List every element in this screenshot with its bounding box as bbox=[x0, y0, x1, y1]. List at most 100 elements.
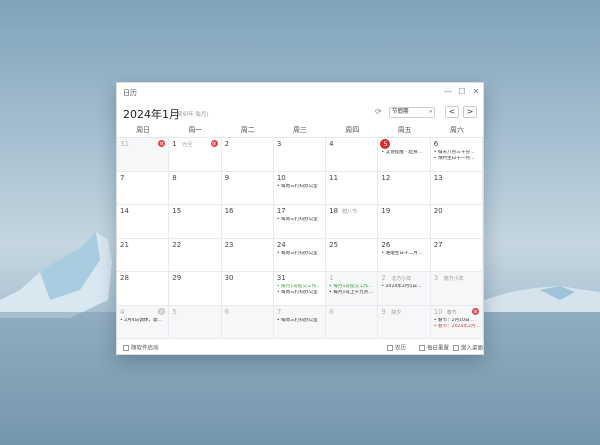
event-list: 每周三打扫办公室 bbox=[277, 217, 323, 223]
day-number: 9 bbox=[224, 173, 230, 182]
lunar-label: 腊八节 bbox=[342, 209, 358, 215]
day-cell[interactable]: 7 每周三打扫办公室 bbox=[273, 305, 327, 339]
day-cell[interactable]: 10 每周三打扫办公室 bbox=[273, 171, 327, 205]
day-cell[interactable]: 4 班 2月4日调休，需… bbox=[117, 305, 170, 339]
day-cell[interactable]: 1 元旦 休 bbox=[169, 138, 222, 172]
day-number: 11 bbox=[329, 173, 339, 182]
day-cell[interactable]: 30 bbox=[221, 272, 274, 306]
prev-month-button[interactable]: < bbox=[445, 106, 459, 118]
day-number: 4 bbox=[329, 140, 334, 148]
window-title: 日历 bbox=[123, 89, 137, 97]
weekday-label: 周六 bbox=[449, 126, 464, 134]
minimize-icon[interactable]: — bbox=[443, 87, 453, 97]
event-item[interactable]: 谁顺生日十二月… bbox=[381, 251, 427, 257]
day-number: 7 bbox=[120, 173, 125, 182]
event-item[interactable]: 春节：2月10日… bbox=[434, 318, 480, 324]
event-list: 春节：2月10日…春节：2024年2月… bbox=[434, 318, 480, 330]
day-cell[interactable]: 11 bbox=[326, 171, 379, 205]
day-cell[interactable]: 26 谁顺生日十二月… bbox=[378, 238, 431, 272]
event-item[interactable]: 2024年2月5日… bbox=[381, 284, 427, 290]
event-item[interactable]: 每周三打扫办公室 bbox=[277, 217, 323, 223]
day-cell[interactable]: 2 bbox=[221, 138, 274, 172]
refresh-icon[interactable]: ⟳ bbox=[375, 107, 385, 117]
event-item[interactable]: 2月4日调休，需… bbox=[120, 318, 166, 324]
day-cell[interactable]: 1 每月1号提交工作…每月1号上午九点… bbox=[326, 272, 379, 306]
startup-checkbox[interactable]: 随软件启动 bbox=[123, 345, 159, 353]
holiday-select-value: 节假期 bbox=[392, 109, 409, 115]
day-cell[interactable]: 6 每天八点三十分…预约生日十一月… bbox=[430, 138, 483, 172]
day-cell[interactable]: 7 bbox=[117, 171, 170, 205]
day-cell[interactable]: 3 bbox=[273, 138, 327, 172]
day-cell[interactable]: 4 bbox=[326, 138, 379, 172]
day-number: 26 bbox=[381, 240, 391, 249]
day-number: 1 bbox=[172, 140, 177, 148]
day-cell[interactable]: 2 北方小年 2024年2月5日… bbox=[378, 272, 431, 306]
day-cell[interactable]: 6 bbox=[221, 305, 274, 339]
day-cell[interactable]: 18 腊八节 bbox=[326, 205, 379, 239]
weekday-label: 周一 bbox=[188, 126, 203, 134]
day-cell[interactable]: 17 每周三打扫办公室 bbox=[273, 205, 327, 239]
event-item[interactable]: 预约生日十一月… bbox=[434, 156, 480, 162]
day-number: 6 bbox=[433, 140, 439, 148]
day-number: 2 bbox=[381, 274, 386, 282]
event-item[interactable]: 又会提醒 - 起身… bbox=[381, 150, 427, 156]
day-cell[interactable]: 25 bbox=[326, 238, 379, 272]
day-number: 8 bbox=[329, 307, 334, 316]
event-item[interactable]: 每周三打扫办公室 bbox=[277, 318, 323, 324]
day-cell[interactable]: 23 bbox=[221, 238, 274, 272]
today-date: 5 bbox=[380, 139, 391, 149]
day-number: 22 bbox=[172, 240, 182, 249]
close-icon[interactable]: ✕ bbox=[471, 87, 481, 97]
day-cell[interactable]: 24 每周三打扫办公室 bbox=[273, 238, 327, 272]
event-item[interactable]: 每月1号上午九点… bbox=[329, 290, 375, 296]
day-cell[interactable]: 5 bbox=[169, 305, 222, 339]
day-cell[interactable]: 14 bbox=[117, 205, 170, 239]
day-cell[interactable]: 13 bbox=[430, 171, 483, 205]
day-cell[interactable]: 12 bbox=[378, 171, 431, 205]
event-item[interactable]: 春节：2024年2月… bbox=[434, 324, 480, 330]
event-item[interactable]: 每周三打扫办公室 bbox=[277, 251, 323, 257]
weekday-label: 周日 bbox=[136, 126, 151, 134]
next-month-button[interactable]: > bbox=[463, 106, 477, 118]
day-number: 30 bbox=[224, 274, 234, 282]
footer-bar: 随软件启动 农历 每日重置 嵌入桌面 bbox=[117, 341, 483, 355]
daily-reset-checkbox[interactable]: 每日重置 bbox=[419, 345, 449, 353]
embed-desktop-checkbox[interactable]: 嵌入桌面 bbox=[453, 345, 483, 353]
day-cell[interactable]: 27 bbox=[430, 238, 483, 272]
day-cell[interactable]: 9 bbox=[221, 171, 274, 205]
lunar-label: 元旦 bbox=[182, 142, 193, 148]
day-cell[interactable]: 8 bbox=[326, 305, 379, 339]
day-number: 13 bbox=[433, 173, 443, 182]
day-cell[interactable]: 19 bbox=[378, 205, 431, 239]
day-cell[interactable]: 21 bbox=[117, 238, 170, 272]
day-cell[interactable]: 29 bbox=[169, 272, 222, 306]
day-cell[interactable]: 20 bbox=[430, 205, 483, 239]
day-cell[interactable]: 8 bbox=[169, 171, 222, 205]
event-item[interactable]: 每周三打扫办公室 bbox=[277, 184, 323, 190]
day-cell[interactable]: 3 南方小年 bbox=[430, 272, 483, 306]
day-cell[interactable]: 22 bbox=[169, 238, 222, 272]
day-cell[interactable]: 5又会提醒 - 起身… bbox=[378, 138, 431, 172]
event-item[interactable]: 每周三打扫办公室 bbox=[277, 290, 323, 296]
lunar-checkbox[interactable]: 农历 bbox=[387, 345, 406, 353]
lunar-label: 春节 bbox=[446, 309, 457, 316]
day-cell[interactable]: 16 bbox=[221, 205, 274, 239]
event-list: 每天八点三十分…预约生日十一月… bbox=[434, 150, 480, 162]
holiday-select[interactable]: 节假期 ▾ bbox=[389, 107, 435, 118]
weekday-label: 周三 bbox=[292, 126, 307, 134]
day-cell[interactable]: 28 bbox=[117, 272, 170, 306]
day-number: 5 bbox=[172, 307, 177, 316]
chevron-down-icon: ▾ bbox=[429, 109, 432, 115]
holiday-badge: 休 bbox=[158, 140, 166, 147]
maximize-icon[interactable]: ☐ bbox=[457, 87, 467, 97]
day-number: 10 bbox=[276, 173, 286, 182]
calendar-window: 日历 — ☐ ✕ 2024年1月 (癸卯年 兔月) ⟳ 节假期 ▾ < > 周日… bbox=[116, 82, 484, 355]
day-cell[interactable]: 10春节 休春节：2月10日…春节：2024年2月… bbox=[430, 305, 483, 339]
day-cell[interactable]: 15 bbox=[169, 205, 222, 239]
event-list: 每月1号提交工作…每周三打扫办公室 bbox=[277, 284, 323, 296]
title-bar[interactable]: 日历 — ☐ ✕ bbox=[117, 83, 483, 101]
day-cell[interactable]: 31 休 bbox=[117, 138, 170, 172]
weekday-label: 周二 bbox=[240, 126, 255, 134]
day-cell[interactable]: 31 每月1号提交工作…每周三打扫办公室 bbox=[273, 272, 327, 306]
day-cell[interactable]: 9 除夕 bbox=[378, 305, 431, 339]
